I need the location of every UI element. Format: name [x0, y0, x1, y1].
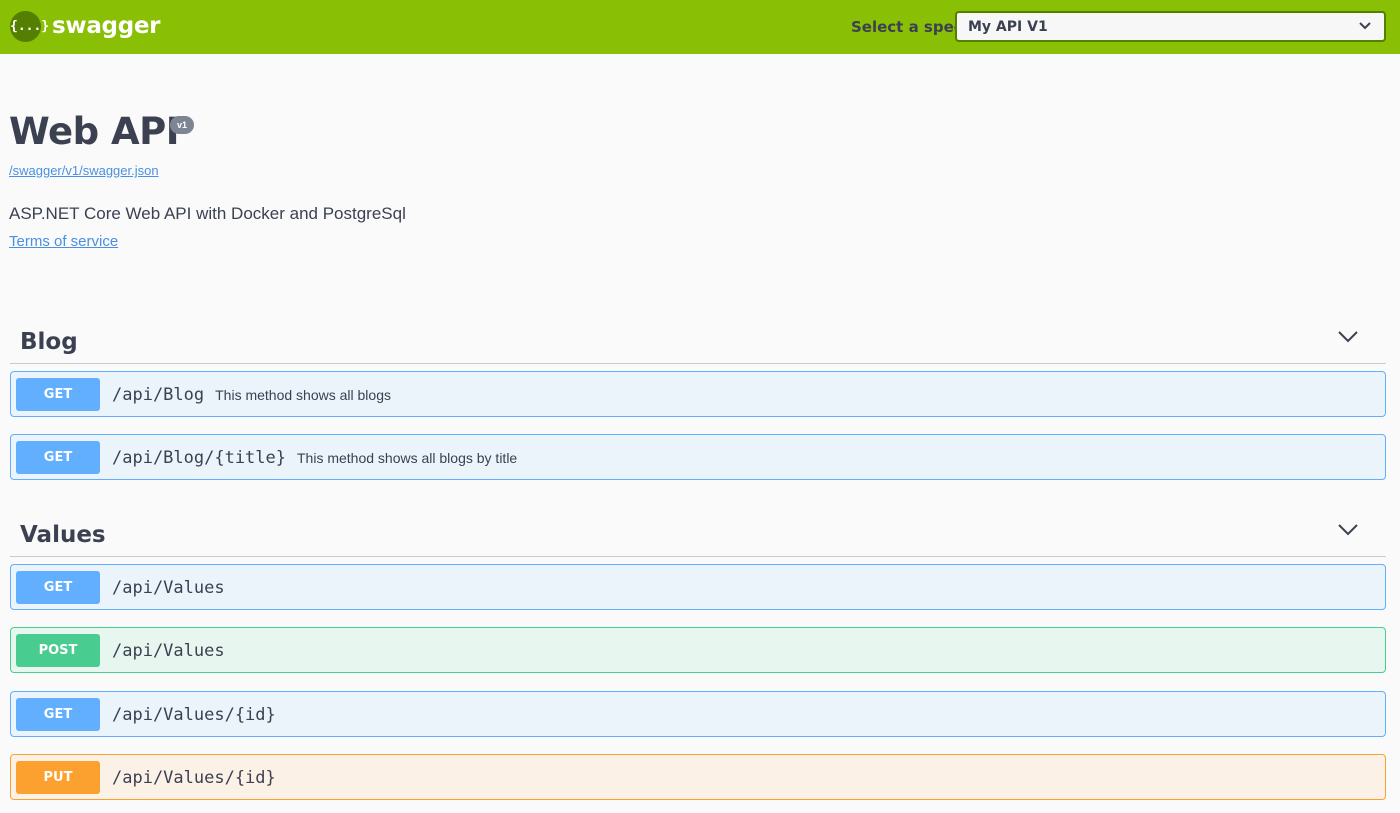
topbar: {...} swagger Select a spec My API V1 [0, 0, 1400, 54]
operation-get-api-values[interactable]: GET /api/Values [10, 564, 1386, 610]
method-badge: GET [16, 441, 100, 474]
operation-path: /api/Blog This method shows all blogs [112, 385, 391, 405]
operation-path: /api/Blog/{title} This method shows all b… [112, 448, 518, 468]
operation-summary: This method shows all blogs [215, 387, 391, 403]
operation-path: /api/Values [112, 641, 225, 661]
tag-name: Blog [20, 329, 78, 355]
operation-get-api-values-id[interactable]: GET /api/Values/{id} [10, 691, 1386, 737]
operation-summary: This method shows all blogs by title [297, 450, 518, 466]
method-badge: GET [16, 378, 100, 411]
terms-of-service-link[interactable]: Terms of service [9, 233, 118, 251]
operation-path: /api/Values/{id} [112, 768, 276, 788]
tag-header-blog[interactable]: Blog [10, 314, 1386, 364]
operation-path: /api/Values/{id} [112, 705, 276, 725]
operation-get-api-blog[interactable]: GET /api/Blog This method shows all blogs [10, 371, 1386, 417]
spec-url-link[interactable]: /swagger/v1/swagger.json [9, 163, 159, 179]
operation-post-api-values[interactable]: POST /api/Values [10, 627, 1386, 673]
api-title: Web API [9, 110, 179, 153]
api-description: ASP.NET Core Web API with Docker and Pos… [9, 204, 406, 223]
tag-name: Values [20, 522, 106, 548]
chevron-down-icon [1359, 22, 1371, 30]
version-badge: v1 [170, 116, 194, 134]
tag-header-values[interactable]: Values [10, 507, 1386, 557]
chevron-down-icon[interactable] [1338, 331, 1358, 343]
spec-select-label: Select a spec [851, 18, 963, 36]
spec-select-value: My API V1 [968, 19, 1048, 35]
swagger-logo-icon[interactable]: {...} [10, 11, 49, 42]
method-badge: GET [16, 698, 100, 731]
spec-select[interactable]: My API V1 [955, 11, 1386, 42]
method-badge: PUT [16, 761, 100, 794]
logo-text[interactable]: swagger [52, 11, 161, 41]
method-badge: GET [16, 571, 100, 604]
chevron-down-icon[interactable] [1338, 524, 1358, 536]
method-badge: POST [16, 634, 100, 667]
operation-path: /api/Values [112, 578, 225, 598]
operation-get-api-blog-title[interactable]: GET /api/Blog/{title} This method shows a… [10, 434, 1386, 480]
operation-put-api-values-id[interactable]: PUT /api/Values/{id} [10, 754, 1386, 800]
